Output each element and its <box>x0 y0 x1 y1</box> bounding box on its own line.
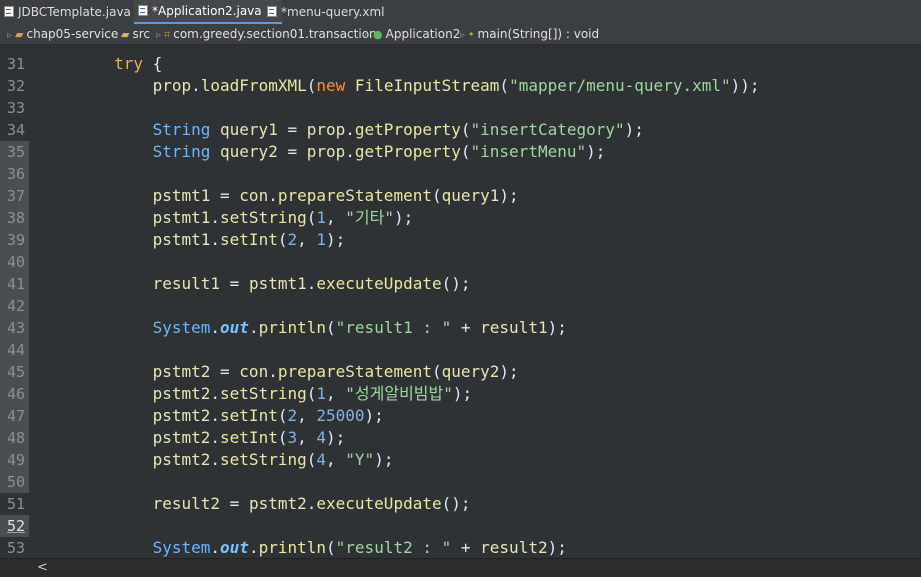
code-line: 40 pstmt1.setInt(2, 1); <box>0 229 921 273</box>
code-text: pstmt2.setInt(2, 25000); <box>152 406 384 425</box>
breadcrumb-label: chap05-service <box>26 27 119 41</box>
project-icon: ▰ <box>15 28 24 41</box>
code-line: 52 result2 = pstmt2.executeUpdate(); <box>0 493 921 537</box>
tab-jdbctemplate[interactable]: JDBCTemplate.java <box>4 0 131 24</box>
code-text: System.out.println("result1 : " + result… <box>152 318 567 337</box>
code-line: 51 <box>0 471 921 513</box>
code-text: String query1 = prop.getProperty("insert… <box>152 120 644 139</box>
java-file-icon <box>4 6 14 17</box>
code-text: pstmt2.setInt(3, 4); <box>152 428 346 447</box>
chevron-right-icon: ▹ <box>113 30 119 41</box>
code-line: 44 System.out.println("result1 : " + res… <box>0 317 921 361</box>
breadcrumb-package[interactable]: ▹ ⌗ com.greedy.section01.transaction <box>153 24 377 44</box>
horizontal-scrollbar[interactable]: < <box>0 558 921 577</box>
code-line: 42 result1 = pstmt1.executeUpdate(); <box>0 273 921 317</box>
class-icon: ● <box>373 28 383 41</box>
code-line: 36 String query2 = prop.getProperty("ins… <box>0 141 921 185</box>
code-line: 35 String query1 = prop.getProperty("ins… <box>0 119 921 163</box>
code-line: 41 <box>0 251 921 295</box>
code-line: 32 try { <box>0 53 921 95</box>
chevron-right-icon: ▹ <box>460 30 466 41</box>
tab-application2[interactable]: *Application2.java× <box>134 0 282 24</box>
code-line: 43 <box>0 295 921 339</box>
code-text: try { <box>114 54 163 73</box>
code-text: String query2 = prop.getProperty("insert… <box>152 142 606 161</box>
code-line: 31 <box>0 45 921 73</box>
tab-label: *menu-query.xml <box>281 5 385 19</box>
code-line: 46 pstmt2 = con.prepareStatement(query2)… <box>0 361 921 405</box>
method-icon: • <box>468 28 475 41</box>
breadcrumb-label: main(String[]) : void <box>477 27 600 41</box>
code-text: pstmt2 = con.prepareStatement(query2); <box>152 362 519 381</box>
code-text: pstmt1.setInt(2, 1); <box>152 230 346 249</box>
code-line: 53 <box>0 515 921 557</box>
xml-file-icon <box>267 6 277 17</box>
breadcrumb-label: src <box>132 27 151 41</box>
breadcrumb-label: Application2 <box>385 27 461 41</box>
java-file-icon <box>138 5 148 16</box>
chevron-right-icon: ▹ <box>7 30 13 41</box>
breadcrumb: ▹ ▰ chap05-service ▹ ▰ src ▹ ⌗ com.greedy.sect… <box>0 24 921 45</box>
breadcrumb-label: com.greedy.section01.transaction <box>173 27 377 41</box>
editor-tab-bar: JDBCTemplate.java *Application2.java× *m… <box>0 0 921 25</box>
code-line: 50 pstmt2.setString(4, "Y"); <box>0 449 921 493</box>
code-line: 33 prop.loadFromXML(new FileInputStream(… <box>0 75 921 117</box>
code-text: pstmt1 = con.prepareStatement(query1); <box>152 186 519 205</box>
breadcrumb-project[interactable]: ▹ ▰ chap05-service <box>4 24 118 44</box>
code-line: 39 pstmt1.setString(1, "기타"); <box>0 207 921 251</box>
code-line: 45 <box>0 339 921 383</box>
code-editor[interactable]: 31 32 try { 33 prop.loadFromXML(new File… <box>0 45 921 558</box>
code-line: 38 pstmt1 = con.prepareStatement(query1)… <box>0 185 921 229</box>
scroll-left-icon[interactable]: < <box>37 559 48 577</box>
code-text: prop.loadFromXML(new FileInputStream("ma… <box>152 76 760 95</box>
code-text: System.out.println("result2 : " + result… <box>152 538 567 557</box>
code-text: pstmt1.setString(1, "기타"); <box>152 208 414 227</box>
folder-icon: ▰ <box>121 28 130 41</box>
code-line: 48 pstmt2.setInt(2, 25000); <box>0 405 921 449</box>
tab-menu-query-xml[interactable]: *menu-query.xml <box>267 0 384 24</box>
breadcrumb-src[interactable]: ▹ ▰ src <box>110 24 150 44</box>
code-text: pstmt2.setString(4, "Y"); <box>152 450 394 469</box>
code-text: result2 = pstmt2.executeUpdate(); <box>152 494 471 513</box>
code-line: 49 pstmt2.setInt(3, 4); <box>0 427 921 471</box>
breadcrumb-class[interactable]: ▹ ● Application2 <box>362 24 460 44</box>
tab-label: JDBCTemplate.java <box>18 5 131 19</box>
code-text: result1 = pstmt1.executeUpdate(); <box>152 274 471 293</box>
code-text: pstmt2.setString(1, "성게알비빔밥"); <box>152 384 473 403</box>
breadcrumb-method[interactable]: ▹ • main(String[]) : void <box>457 24 599 44</box>
chevron-right-icon: ▹ <box>156 30 162 41</box>
code-line: 47 pstmt2.setString(1, "성게알비빔밥"); <box>0 383 921 427</box>
tab-label: *Application2.java <box>152 4 262 18</box>
package-icon: ⌗ <box>164 28 171 41</box>
code-line: 34 <box>0 97 921 139</box>
code-line: 37 <box>0 163 921 207</box>
chevron-right-icon: ▹ <box>365 30 371 41</box>
code-line: 54 System.out.println("result2 : " + res… <box>0 537 921 558</box>
